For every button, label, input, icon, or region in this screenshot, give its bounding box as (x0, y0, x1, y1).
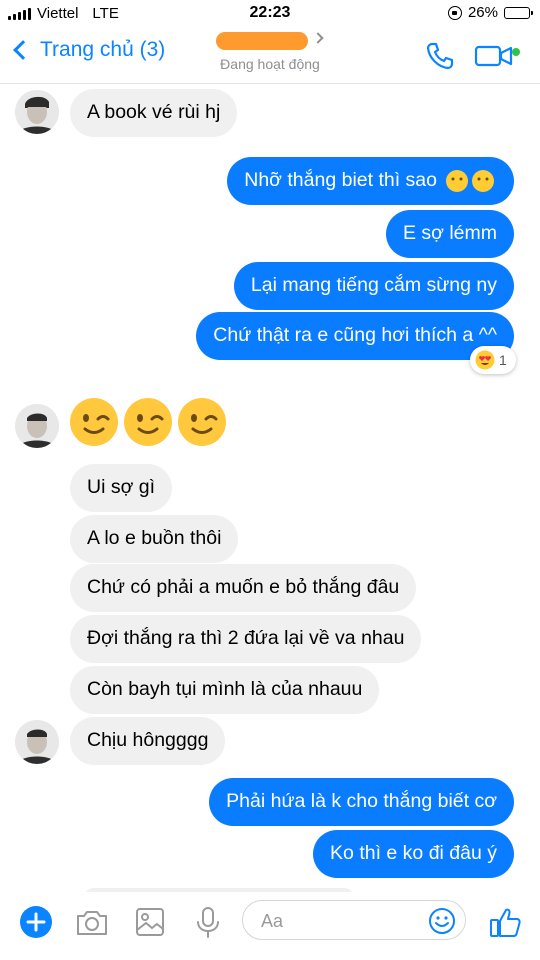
status-bar: Viettel LTE 22:23 26% (0, 0, 540, 28)
phone-icon[interactable] (424, 40, 456, 72)
winking-face-icon (178, 398, 226, 446)
message-text: Nhỡ thắng biet thì sao (244, 169, 437, 192)
status-right: 26% (447, 4, 533, 21)
message-bubble[interactable]: Lại mang tiếng cắm sừng ny (233, 262, 514, 310)
avatar-image (15, 404, 59, 448)
back-button[interactable]: Trang chủ (3) (12, 38, 165, 62)
composer-bar: Aa (0, 892, 540, 960)
message-input-placeholder: Aa (261, 911, 284, 931)
message-bubble[interactable]: A book vé rùi hj (70, 89, 238, 137)
microphone-icon[interactable] (190, 904, 226, 940)
message-bubble[interactable]: Ui sợ gì (70, 464, 173, 512)
chevron-left-icon (13, 40, 33, 60)
camera-icon[interactable] (74, 904, 110, 940)
message-bubble[interactable]: Đợi thắng ra thì 2 đứa lại về va nhau (70, 615, 422, 663)
emoji-icon (446, 170, 494, 192)
message-input[interactable]: Aa (242, 900, 466, 940)
rotation-lock-icon (447, 5, 462, 20)
emoji-message[interactable] (68, 396, 228, 448)
message-bubble[interactable]: Ko thì e ko đi đâu ý (313, 830, 514, 878)
avatar[interactable] (15, 90, 59, 134)
message-bubble[interactable]: Chịu hôngggg (70, 717, 226, 765)
battery-percent: 26% (467, 4, 498, 21)
winking-face-icon (124, 398, 172, 446)
contact-info[interactable]: Đang hoạt động (190, 30, 350, 72)
message-bubble[interactable]: E sợ lémm (385, 210, 514, 258)
name-redaction (216, 32, 308, 50)
message-bubble[interactable]: Phải hứa là k cho thắng biết cơ (209, 778, 514, 826)
message-bubble[interactable]: Chứ thật ra e cũng hơi thích a ^^ (196, 312, 514, 360)
photo-icon[interactable] (132, 904, 168, 940)
active-dot (512, 48, 520, 56)
message-bubble[interactable]: Nhỡ thắng biet thì sao (227, 157, 514, 205)
message-bubble[interactable]: A lo e buồn thôi (70, 515, 239, 563)
video-camera-icon[interactable] (474, 40, 522, 72)
battery-icon (504, 6, 533, 19)
avatar[interactable] (15, 404, 59, 448)
reaction-count: 1 (499, 352, 507, 368)
back-label: Trang chủ (3) (40, 38, 166, 61)
chevron-right-icon (312, 32, 324, 44)
avatar-image (15, 90, 59, 134)
contact-name (190, 30, 350, 52)
chat-header: Trang chủ (3) Đang hoạt động (0, 28, 540, 84)
presence-status: Đang hoạt động (220, 56, 320, 72)
emoji-icon[interactable] (427, 906, 457, 936)
heart-eyes-icon (475, 350, 495, 370)
winking-face-icon (70, 398, 118, 446)
message-bubble[interactable]: Chứ có phải a muốn e bỏ thắng đâu (70, 564, 417, 612)
reaction-badge[interactable]: 1 (470, 346, 516, 374)
avatar-image (15, 720, 59, 764)
message-bubble[interactable]: Còn bayh tụi mình là của nhauu (70, 666, 380, 714)
avatar[interactable] (15, 720, 59, 764)
plus-icon[interactable] (18, 904, 54, 940)
thumbs-up-icon[interactable] (488, 904, 524, 940)
